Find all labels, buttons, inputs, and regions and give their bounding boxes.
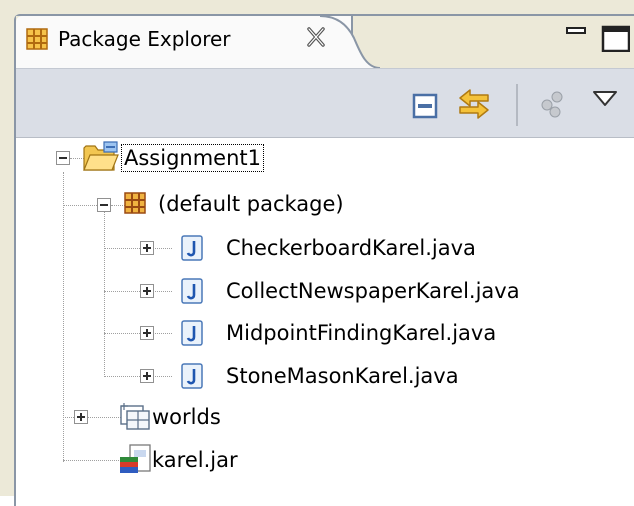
tree-item-project[interactable]: Assignment1 [120,144,265,172]
java-file-icon [181,235,203,261]
tree-line [104,291,144,292]
filter-icon[interactable] [537,90,567,118]
view-menu-icon[interactable] [590,88,620,110]
tree-line [63,172,64,462]
tree-item-file[interactable]: CollectNewspaperKarel.java [226,278,520,304]
tree-line [111,205,125,206]
tree-item-file[interactable]: StoneMasonKarel.java [226,363,459,389]
tree-line [104,248,144,249]
tree-line [63,460,121,461]
tree-line [104,333,144,334]
tree-line [152,291,172,292]
expand-toggle-file[interactable] [140,284,154,298]
minimize-icon[interactable] [565,20,587,42]
link-with-editor-icon[interactable] [456,88,492,120]
tree-item-folder[interactable]: worlds [152,404,221,430]
collapse-toggle-project[interactable] [56,151,70,165]
source-folder-icon [120,403,150,430]
view-title: Package Explorer [58,27,231,51]
tree-line [152,333,172,334]
java-file-icon [181,320,203,346]
expand-toggle-folder[interactable] [74,410,88,424]
jar-icon [120,444,151,473]
java-file-icon [181,278,203,304]
tree-item-file[interactable]: CheckerboardKarel.java [226,235,476,261]
package-explorer-icon [26,28,48,50]
toolbar-separator [516,84,518,126]
tree-item-jar[interactable]: karel.jar [152,447,238,473]
collapse-all-icon[interactable] [412,93,438,119]
tree-line [104,212,105,377]
tree-line [104,376,144,377]
tree-item-file[interactable]: MidpointFindingKarel.java [226,320,496,346]
close-icon[interactable] [306,26,326,48]
tree-line [152,248,172,249]
expand-toggle-file[interactable] [140,241,154,255]
tree-line [152,376,172,377]
collapse-toggle-package[interactable] [97,198,111,212]
expand-toggle-file[interactable] [140,369,154,383]
expand-toggle-file[interactable] [140,326,154,340]
tree-item-package[interactable]: (default package) [158,191,344,217]
maximize-icon[interactable] [600,24,630,52]
tab-edge [320,16,380,68]
java-file-icon [181,363,203,389]
project-folder-icon [83,141,119,171]
package-icon [124,192,146,214]
